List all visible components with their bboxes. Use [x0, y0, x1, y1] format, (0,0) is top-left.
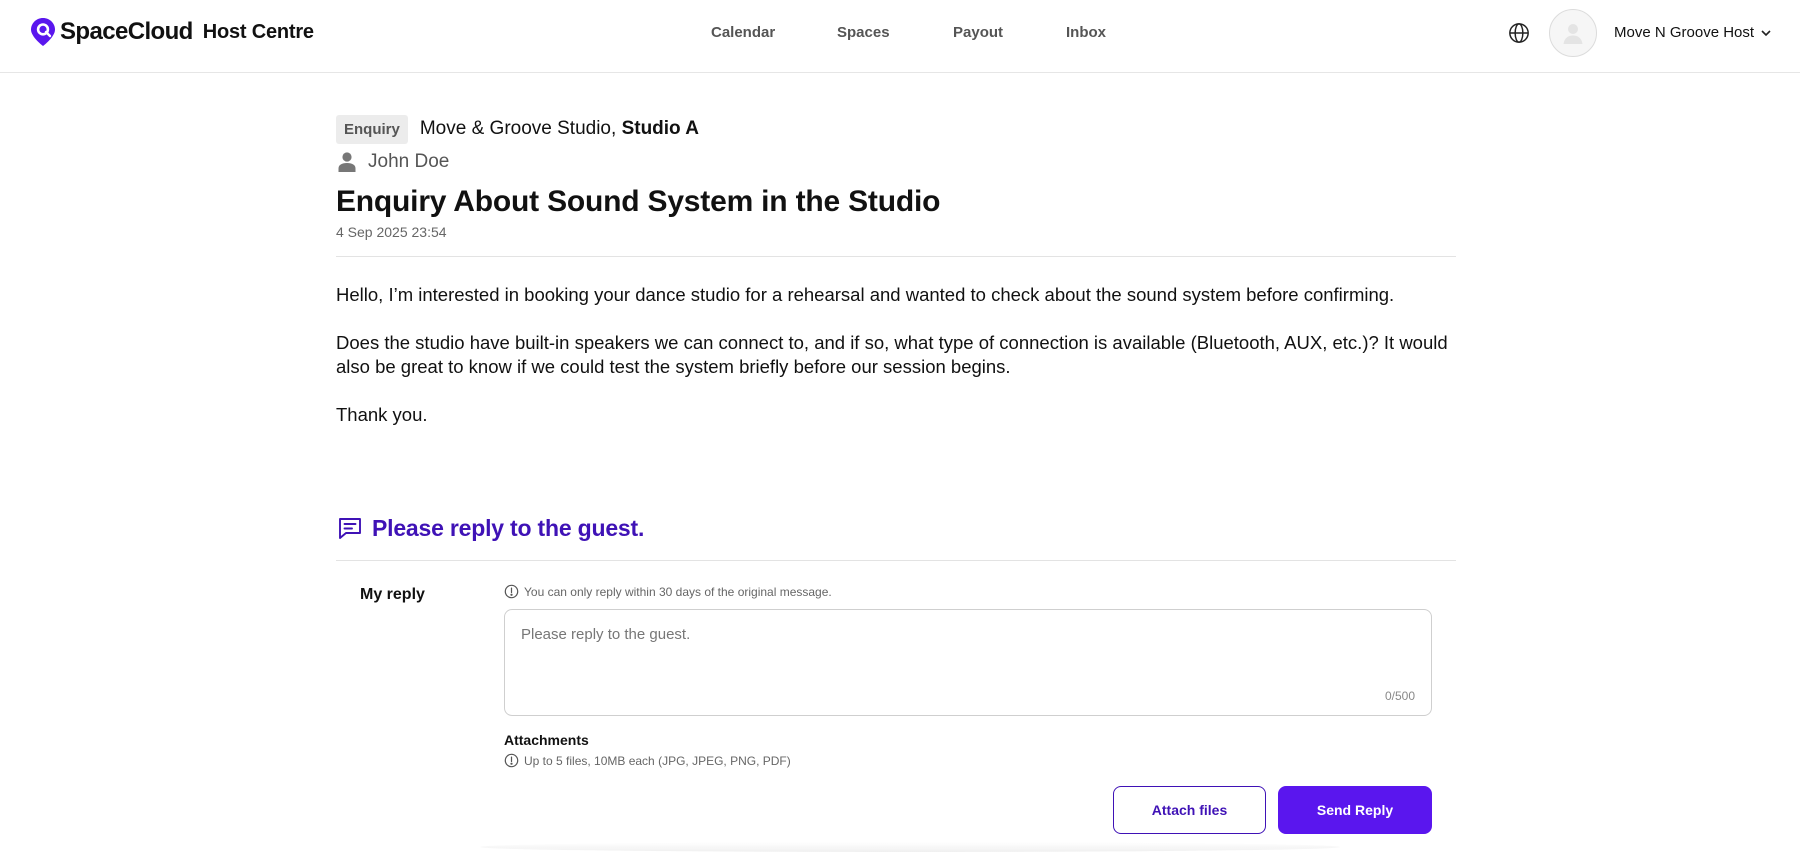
globe-icon[interactable] — [1508, 22, 1530, 44]
user-avatar[interactable] — [1549, 9, 1597, 57]
brand-subtitle: Host Centre — [202, 20, 314, 43]
send-reply-button[interactable]: Send Reply — [1278, 786, 1432, 834]
attachments-note-text: Up to 5 files, 10MB each (JPG, JPEG, PNG… — [524, 753, 791, 768]
divider — [336, 256, 1456, 257]
reply-textarea-wrapper: 0/500 — [504, 609, 1432, 716]
user-avatar-icon — [1563, 24, 1583, 44]
enquiry-tag: Enquiry — [336, 114, 408, 144]
brand[interactable]: SpaceCloud Host Centre — [30, 17, 314, 47]
info-icon — [504, 584, 519, 599]
enquiry-meta: Enquiry Move & Groove Studio, Studio A — [336, 114, 1456, 144]
message-paragraph: Thank you. — [336, 404, 428, 425]
user-menu[interactable]: Move N Groove Host — [1614, 24, 1773, 41]
bottom-shadow — [480, 842, 1340, 852]
top-header: SpaceCloud Host Centre Calendar Spaces P… — [0, 0, 1800, 73]
my-reply-label: My reply — [360, 586, 425, 603]
attachments-label: Attachments — [504, 732, 589, 748]
enquiry-date: 4 Sep 2025 23:54 — [336, 224, 447, 240]
user-name: Move N Groove Host — [1614, 24, 1755, 41]
message-paragraph: Does the studio have built-in speakers w… — [336, 332, 1448, 377]
reply-heading: Please reply to the guest. — [336, 514, 644, 542]
reply-limit-text: You can only reply within 30 days of the… — [524, 584, 832, 599]
brand-name: SpaceCloud — [60, 18, 193, 45]
reply-limit-note: You can only reply within 30 days of the… — [504, 584, 832, 599]
chevron-down-icon — [1761, 29, 1771, 36]
reply-heading-text: Please reply to the guest. — [372, 514, 645, 541]
nav-payout[interactable]: Payout — [953, 24, 1003, 41]
divider — [336, 560, 1456, 561]
venue-name: Move & Groove Studio, Studio A — [420, 118, 699, 140]
reply-input[interactable] — [505, 610, 1431, 715]
room-name: Studio A — [621, 118, 699, 139]
nav-inbox[interactable]: Inbox — [1066, 24, 1106, 41]
enquiry-content: Enquiry Move & Groove Studio, Studio A J… — [336, 114, 1456, 451]
enquiry-message: Hello, I’m interested in booking your da… — [336, 283, 1456, 427]
attach-files-button[interactable]: Attach files — [1113, 786, 1266, 834]
character-counter: 0/500 — [1384, 689, 1415, 703]
spacecloud-logo-icon — [31, 18, 55, 46]
message-paragraph: Hello, I’m interested in booking your da… — [336, 284, 1395, 305]
nav-spaces[interactable]: Spaces — [837, 24, 890, 41]
message-icon — [339, 518, 361, 539]
nav-calendar[interactable]: Calendar — [711, 24, 775, 41]
info-icon — [504, 753, 519, 768]
person-icon — [338, 152, 356, 172]
enquiry-title: Enquiry About Sound System in the Studio — [336, 185, 941, 218]
venue-label: Move & Groove Studio, — [419, 118, 617, 139]
guest-name: John Doe — [368, 151, 450, 172]
guest-row: John Doe — [336, 150, 1456, 174]
attachments-note: Up to 5 files, 10MB each (JPG, JPEG, PNG… — [504, 753, 791, 768]
